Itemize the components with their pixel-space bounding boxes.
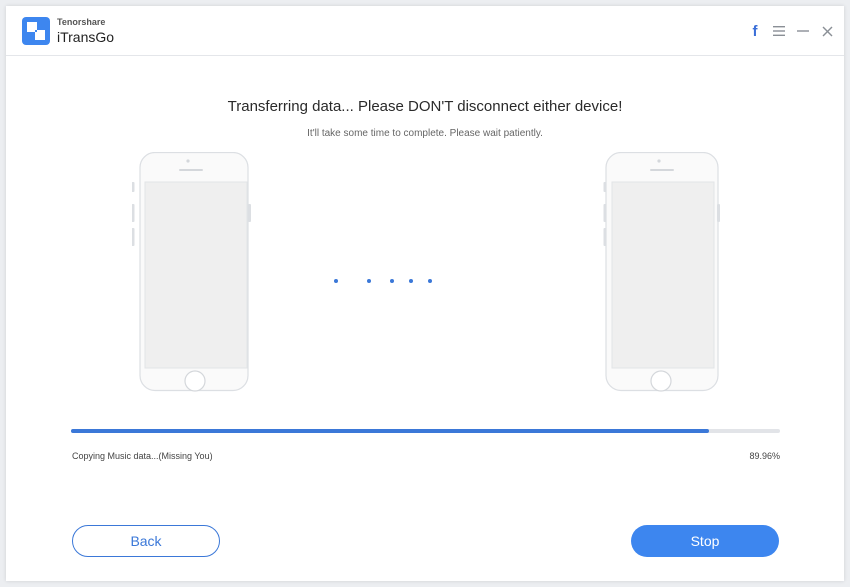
- progress-bar: [71, 429, 780, 433]
- transfer-dot: [390, 279, 394, 283]
- transfer-dot: [367, 279, 371, 283]
- transfer-dot: [428, 279, 432, 283]
- app-logo-icon: [22, 17, 50, 45]
- progress-bar-fill: [71, 429, 709, 433]
- app-name: iTransGo: [57, 29, 115, 45]
- transfer-dot: [334, 279, 338, 283]
- back-button[interactable]: Back: [72, 525, 220, 557]
- minimize-icon[interactable]: [796, 23, 810, 39]
- progress-percent: 89.96%: [749, 451, 780, 461]
- menu-icon[interactable]: [772, 23, 786, 39]
- app-window: Tenorshare iTransGo f Transferring data.…: [6, 6, 844, 581]
- facebook-icon[interactable]: f: [748, 23, 762, 40]
- close-icon[interactable]: [820, 23, 834, 39]
- transfer-subheading: It'll take some time to complete. Please…: [307, 128, 543, 139]
- target-phone-icon: [603, 152, 720, 392]
- transfer-status: Copying Music data...(Missing You): [72, 451, 213, 461]
- title-bar: Tenorshare iTransGo f: [6, 6, 844, 56]
- source-phone-icon: [132, 152, 251, 392]
- transfer-heading: Transferring data... Please DON'T discon…: [227, 98, 623, 115]
- stop-button[interactable]: Stop: [631, 525, 779, 557]
- transfer-dot: [409, 279, 413, 283]
- window-controls: f: [748, 22, 834, 40]
- company-name: Tenorshare: [57, 17, 106, 27]
